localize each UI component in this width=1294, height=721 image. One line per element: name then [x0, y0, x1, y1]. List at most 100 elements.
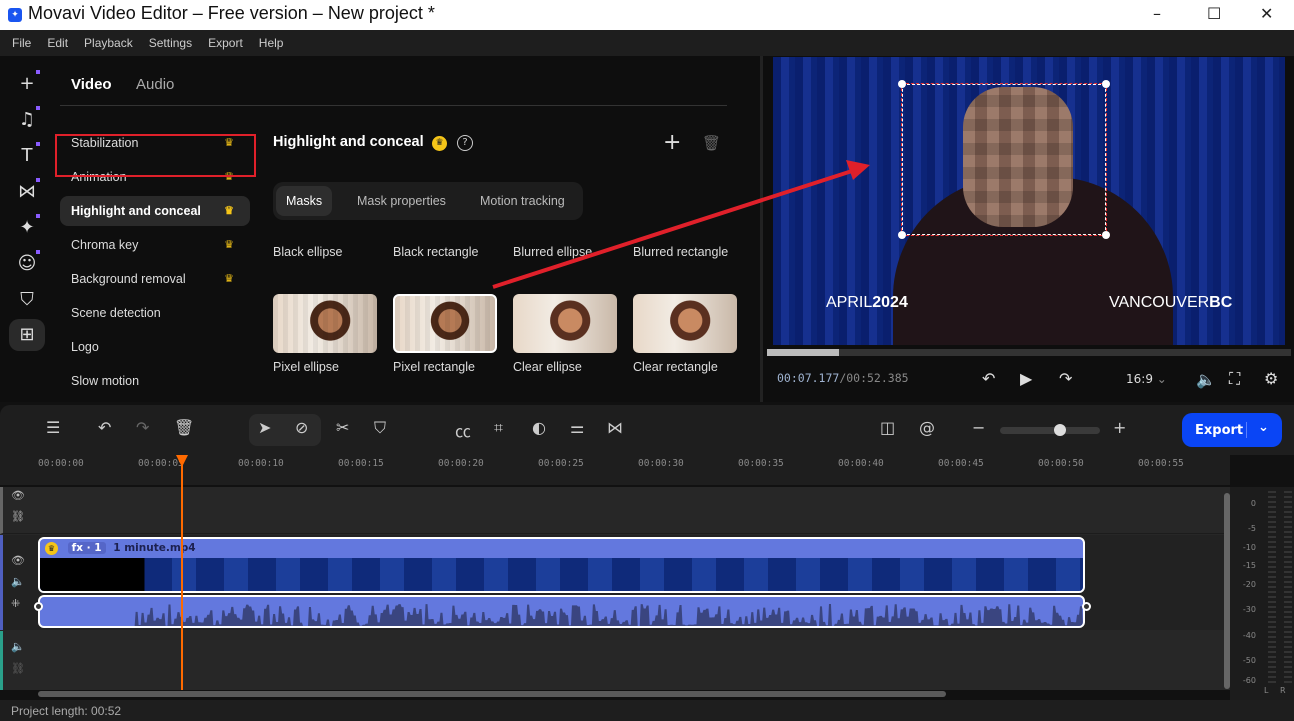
category-scene-detection[interactable]: Scene detection	[60, 298, 250, 328]
resize-handle[interactable]	[1102, 231, 1110, 239]
app-logo-icon: ✦	[8, 8, 22, 22]
marker-icon[interactable]: ⛉	[374, 418, 386, 438]
bag-icon[interactable]: ⛉	[8, 284, 46, 316]
crown-icon: ♛	[432, 136, 447, 151]
resize-handle[interactable]	[1102, 80, 1110, 88]
help-icon[interactable]: ?	[457, 135, 473, 151]
mask-thumb-clear-rectangle[interactable]	[633, 294, 737, 353]
export-dropdown-icon[interactable]: ⌄	[1258, 420, 1269, 435]
category-background-removal[interactable]: Background removal ♛	[60, 264, 250, 294]
mask-pixel-rectangle[interactable]: Pixel rectangle	[393, 360, 475, 374]
transition-icon[interactable]: ⋈	[607, 418, 623, 437]
fullscreen-icon[interactable]: ⛶	[1229, 369, 1240, 389]
category-logo[interactable]: Logo	[60, 332, 250, 362]
resize-handle[interactable]	[898, 80, 906, 88]
mask-clear-ellipse[interactable]: Clear ellipse	[513, 360, 582, 374]
undo-icon[interactable]: ↶	[98, 418, 111, 437]
more-tools-icon[interactable]: ⊞	[9, 319, 45, 351]
mask-blurred-rectangle[interactable]: Blurred rectangle	[633, 245, 728, 259]
rewind-icon[interactable]: ↶	[982, 369, 995, 388]
add-mask-button[interactable]: +	[663, 130, 681, 155]
category-chroma-key[interactable]: Chroma key ♛	[60, 230, 250, 260]
snap-icon[interactable]: @	[919, 418, 935, 437]
title-bar: ✦ Movavi Video Editor – Free version – N…	[0, 0, 1294, 30]
export-button[interactable]: Export ⌄	[1182, 413, 1282, 447]
audio-detach-icon[interactable]: ◫	[880, 418, 895, 437]
menu-playback[interactable]: Playback	[76, 30, 141, 56]
mask-blurred-ellipse[interactable]: Blurred ellipse	[513, 245, 592, 259]
close-button[interactable]: ✕	[1260, 4, 1273, 23]
menu-settings[interactable]: Settings	[141, 30, 200, 56]
volume-handle[interactable]	[1082, 602, 1091, 611]
link-icon[interactable]: ⛓	[11, 510, 25, 523]
video-clip[interactable]: ♛ fx · 1 1 minute.mp4	[38, 537, 1085, 593]
text-icon[interactable]: T	[8, 140, 46, 172]
maximize-button[interactable]: ☐	[1207, 4, 1221, 23]
volume-handle[interactable]	[34, 602, 43, 611]
volume-icon[interactable]: 🔈	[11, 640, 25, 653]
mask-thumb-pixel-ellipse[interactable]	[273, 294, 377, 353]
captions-icon[interactable]: ㏄	[455, 418, 471, 442]
magic-icon[interactable]: ✦	[8, 212, 46, 244]
delete-icon[interactable]: 🗑	[174, 418, 194, 437]
fx-badge[interactable]: fx · 1	[67, 542, 106, 554]
blade-tool-icon[interactable]: ⊘	[295, 418, 308, 437]
mask-thumb-clear-ellipse[interactable]	[513, 294, 617, 353]
mask-selection-box[interactable]	[901, 83, 1107, 236]
cut-icon[interactable]: ✂	[336, 418, 349, 437]
eye-icon[interactable]: 👁	[11, 489, 25, 502]
zoom-slider[interactable]	[1000, 424, 1100, 436]
resize-handle[interactable]	[898, 231, 906, 239]
menu-file[interactable]: File	[4, 30, 39, 56]
eye-icon[interactable]: 👁	[11, 554, 25, 567]
unlink-icon[interactable]: ⛓	[11, 662, 25, 675]
tab-audio[interactable]: Audio	[136, 76, 174, 93]
redo-icon[interactable]: ↷	[136, 418, 149, 437]
subtab-mask-properties[interactable]: Mask properties	[347, 186, 456, 216]
mask-black-ellipse[interactable]: Black ellipse	[273, 245, 342, 259]
category-slow-motion[interactable]: Slow motion	[60, 366, 250, 396]
meter-channel-label: R	[1280, 686, 1286, 695]
zoom-out-icon[interactable]: −	[972, 418, 985, 437]
meter-scale-label: 0	[1250, 499, 1256, 508]
add-track-icon[interactable]: ☰	[46, 418, 60, 437]
adjust-icon[interactable]: ⚌	[570, 418, 584, 437]
mask-thumb-pixel-rectangle[interactable]	[393, 294, 497, 353]
menu-export[interactable]: Export	[200, 30, 251, 56]
aspect-ratio-select[interactable]: 16:9 ⌄	[1126, 372, 1167, 386]
menu-edit[interactable]: Edit	[39, 30, 76, 56]
ruler-tick: 00:00:10	[238, 458, 284, 469]
playhead-handle[interactable]	[176, 455, 188, 467]
crop-icon[interactable]: ⌗	[494, 418, 503, 438]
mask-clear-rectangle[interactable]: Clear rectangle	[633, 360, 718, 374]
forward-icon[interactable]: ↷	[1059, 369, 1072, 388]
color-icon[interactable]: ◐	[532, 418, 546, 437]
horizontal-scrollbar[interactable]	[38, 691, 946, 697]
waveform-path	[40, 604, 1083, 626]
subtab-motion-tracking[interactable]: Motion tracking	[470, 186, 575, 216]
zoom-in-icon[interactable]: +	[1113, 418, 1126, 437]
play-icon[interactable]: ▶	[1020, 369, 1032, 388]
select-tool-icon[interactable]: ➤	[258, 418, 271, 437]
menu-help[interactable]: Help	[251, 30, 292, 56]
sticker-icon[interactable]: ☺	[8, 248, 46, 280]
volume-icon[interactable]: 🔈	[1196, 370, 1216, 389]
mask-black-rectangle[interactable]: Black rectangle	[393, 245, 478, 259]
transition-icon[interactable]: ⋈	[8, 176, 46, 208]
playback-progress[interactable]	[767, 349, 1291, 356]
plus-icon[interactable]: +	[8, 68, 46, 100]
playhead[interactable]	[181, 458, 183, 690]
mask-pixel-ellipse[interactable]: Pixel ellipse	[273, 360, 339, 374]
volume-icon[interactable]: 🔈	[11, 575, 25, 588]
settings-icon[interactable]: ⚙	[1264, 369, 1278, 388]
tab-video[interactable]: Video	[71, 76, 112, 93]
minimize-button[interactable]: –	[1153, 4, 1161, 23]
delete-mask-button[interactable]: 🗑	[702, 134, 721, 152]
audio-effects-icon[interactable]: ⁜	[11, 597, 20, 610]
audio-waveform[interactable]	[38, 595, 1085, 628]
subtab-masks[interactable]: Masks	[276, 186, 333, 216]
category-highlight-and-conceal[interactable]: Highlight and conceal ♛	[60, 196, 250, 226]
export-label: Export	[1195, 423, 1244, 438]
music-icon[interactable]: ♫	[8, 104, 46, 136]
time-display: 00:07.177/00:52.385	[777, 371, 909, 385]
